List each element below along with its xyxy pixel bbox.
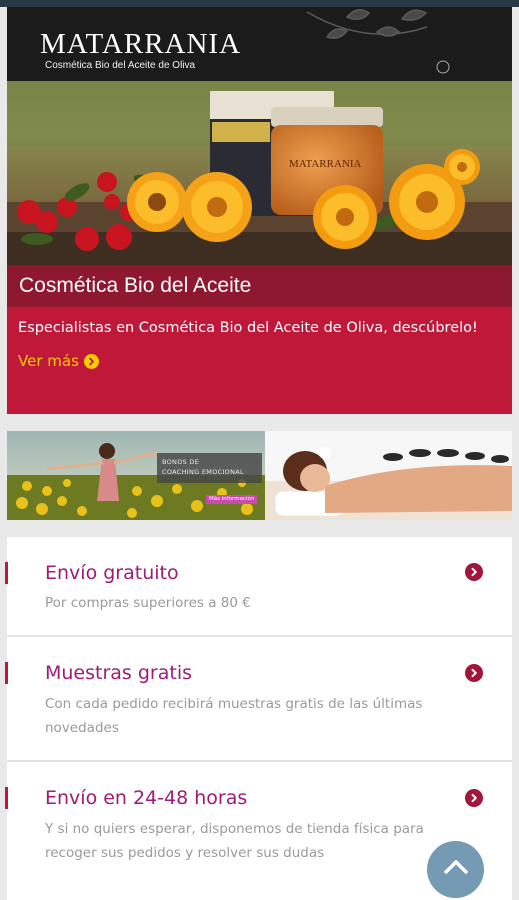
feature-title: Muestras gratis <box>45 662 193 684</box>
feature-free-samples[interactable]: Muestras gratis Con cada pedido recibirá… <box>5 637 512 762</box>
features-list: Envío gratuito Por compras superiores a … <box>5 537 512 900</box>
brand-name: MATARRANIA <box>40 28 242 60</box>
top-bar <box>0 0 519 7</box>
coaching-text-box: BONOS DE COACHING EMOCIONAL <box>157 453 262 483</box>
feature-accent <box>5 562 8 584</box>
coaching-more-button[interactable]: Más información <box>206 495 258 504</box>
promo-banners: BONOS DE COACHING EMOCIONAL Más informac… <box>7 431 512 520</box>
hero-title-band: Cosmética Bio del Aceite <box>7 265 512 307</box>
feature-text: Y si no quiers esperar, disponemos de ti… <box>45 821 424 861</box>
chevron-circle-right-icon[interactable] <box>465 664 483 682</box>
feature-free-shipping[interactable]: Envío gratuito Por compras superiores a … <box>5 537 512 637</box>
chevron-circle-right-icon[interactable] <box>465 563 483 581</box>
feature-text: Con cada pedido recibirá muestras gratis… <box>45 696 423 736</box>
spa-banner[interactable] <box>265 431 512 520</box>
coaching-banner[interactable]: BONOS DE COACHING EMOCIONAL Más informac… <box>7 431 265 520</box>
chevron-circle-right-icon <box>83 353 99 369</box>
hero-description: Especialistas en Cosmética Bio del Aceit… <box>18 320 478 336</box>
feature-accent <box>5 787 8 809</box>
hero-more-label: Ver más <box>18 352 79 370</box>
coaching-line1: BONOS DE <box>162 458 200 466</box>
feature-title: Envío gratuito <box>45 562 179 584</box>
feature-accent <box>5 662 8 684</box>
hero-product-image[interactable]: MATARRANIA MATARRANIA Cosmética Bio del … <box>7 7 512 265</box>
brand-tagline: Cosmética Bio del Aceite de Oliva <box>45 60 196 71</box>
hero-more-link[interactable]: Ver más <box>18 352 99 370</box>
jar-label: MATARRANIA <box>289 158 362 170</box>
chevron-up-icon <box>443 859 469 880</box>
coaching-line2: COACHING EMOCIONAL <box>162 468 244 476</box>
feature-text: Por compras superiores a 80 € <box>45 595 251 611</box>
hero-title: Cosmética Bio del Aceite <box>19 274 252 297</box>
feature-title: Envío en 24-48 horas <box>45 787 248 809</box>
brand-logo: MATARRANIA Cosmética Bio del Aceite de O… <box>40 29 241 71</box>
scroll-to-top-button[interactable] <box>427 841 484 898</box>
chevron-circle-right-icon[interactable] <box>465 789 483 807</box>
hero-card[interactable]: MATARRANIA MATARRANIA Cosmética Bio del … <box>7 7 512 414</box>
